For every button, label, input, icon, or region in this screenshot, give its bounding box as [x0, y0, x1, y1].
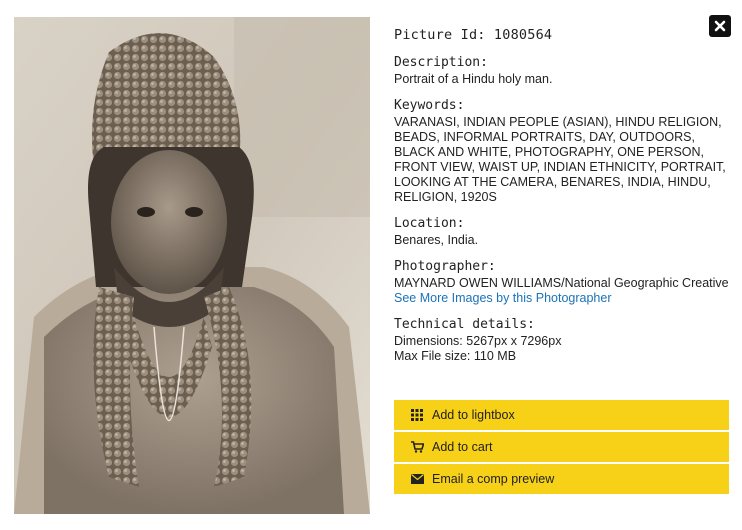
keywords-text: VARANASI, INDIAN PEOPLE (ASIAN), HINDU R… [394, 115, 726, 204]
location-text: Benares, India. [394, 233, 479, 247]
description-label: Description: [394, 55, 488, 70]
location-section: Location: Benares, India. [394, 216, 730, 248]
grid-icon [410, 408, 424, 422]
photographer-section: Photographer: MAYNARD OWEN WILLIAMS/Nati… [394, 259, 730, 306]
add-to-cart-label: Add to cart [432, 440, 493, 454]
location-label: Location: [394, 216, 465, 231]
cart-icon [410, 440, 424, 454]
technical-section: Technical details: Dimensions: 5267px x … [394, 317, 730, 364]
photographer-label: Photographer: [394, 259, 496, 274]
close-button[interactable] [709, 15, 731, 37]
dimensions-text: Dimensions: 5267px x 7296px [394, 334, 562, 348]
photographer-name: MAYNARD OWEN WILLIAMS/National Geographi… [394, 276, 729, 290]
add-to-lightbox-label: Add to lightbox [432, 408, 515, 422]
photo [14, 17, 370, 514]
email-comp-preview-label: Email a comp preview [432, 472, 555, 486]
portrait-image [14, 17, 370, 514]
envelope-icon [410, 472, 424, 486]
close-icon [714, 20, 726, 32]
add-to-cart-button[interactable]: Add to cart [394, 432, 729, 462]
see-more-photographer-link[interactable]: See More Images by this Photographer [394, 291, 730, 306]
action-buttons: Add to lightbox Add to cart Email a comp… [394, 400, 729, 496]
max-file-size-text: Max File size: 110 MB [394, 349, 517, 363]
description-text: Portrait of a Hindu holy man. [394, 72, 553, 86]
description-section: Description: Portrait of a Hindu holy ma… [394, 55, 730, 87]
keywords-section: Keywords: VARANASI, INDIAN PEOPLE (ASIAN… [394, 98, 730, 205]
picture-id: Picture Id: 1080564 [394, 27, 553, 43]
technical-label: Technical details: [394, 317, 535, 332]
image-details: Picture Id: 1080564 Description: Portrai… [394, 27, 730, 375]
email-comp-preview-button[interactable]: Email a comp preview [394, 464, 729, 494]
keywords-label: Keywords: [394, 98, 465, 113]
add-to-lightbox-button[interactable]: Add to lightbox [394, 400, 729, 430]
